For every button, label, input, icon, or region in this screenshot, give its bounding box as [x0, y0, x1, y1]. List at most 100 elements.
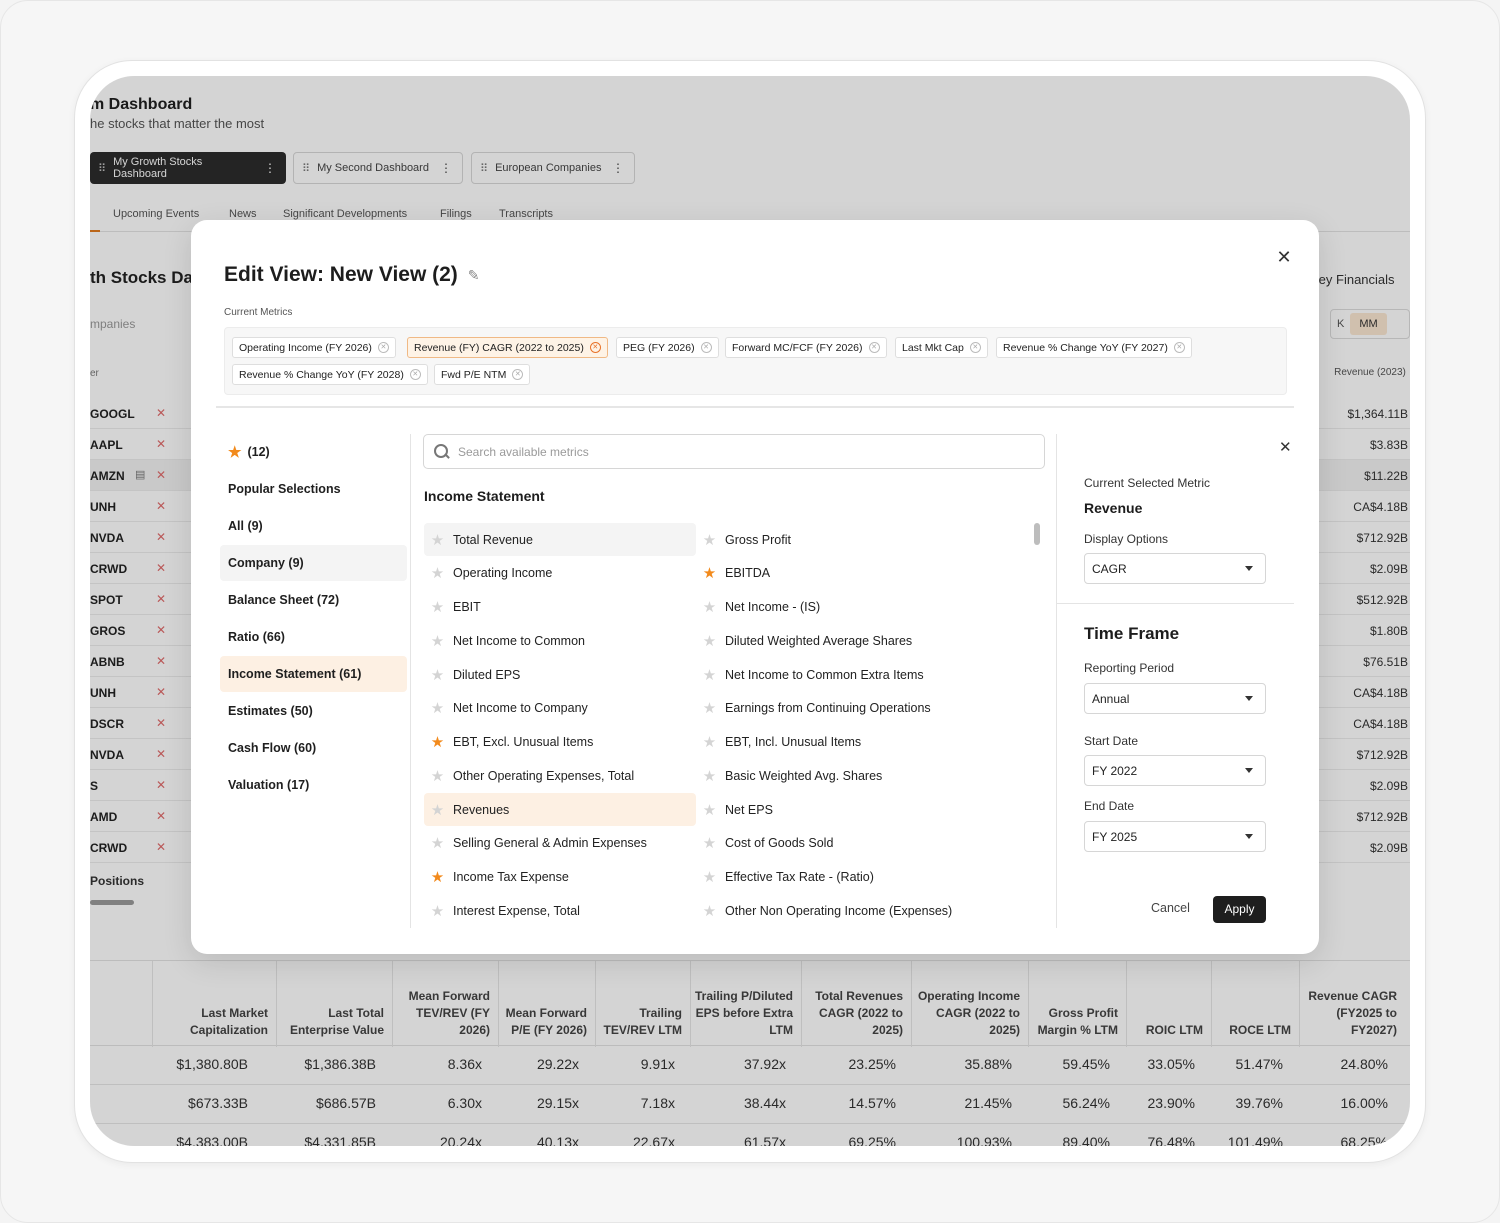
category-all[interactable]: All (9) — [220, 508, 407, 544]
star-icon[interactable]: ★ — [702, 531, 717, 549]
star-icon[interactable]: ★ — [702, 902, 717, 920]
metric-item[interactable]: ★ Diluted EPS — [424, 658, 696, 691]
star-icon[interactable]: ★ — [430, 868, 445, 886]
close-icon[interactable]: ✕ — [1273, 246, 1295, 268]
metric-item[interactable]: ★ EBITDA — [696, 557, 968, 590]
remove-chip-icon[interactable]: ✕ — [1173, 342, 1185, 353]
metric-label: Effective Tax Rate - (Ratio) — [725, 870, 874, 884]
metric-item[interactable]: ★ Revenues — [424, 793, 696, 826]
star-icon[interactable]: ★ — [430, 564, 445, 582]
metric-label: Net Income - (IS) — [725, 600, 821, 614]
metric-item[interactable]: ★ Gross Profit — [696, 523, 968, 556]
start-date-select[interactable]: FY 2022 — [1084, 755, 1266, 786]
star-icon[interactable]: ★ — [430, 666, 445, 684]
metric-item[interactable]: ★ Interest Expense, Total — [424, 894, 696, 927]
metric-item[interactable]: ★ Net EPS — [696, 793, 968, 826]
metric-chip[interactable]: Fwd P/E NTM ✕ — [434, 364, 531, 385]
star-icon[interactable]: ★ — [702, 834, 717, 852]
time-frame-title: Time Frame — [1084, 624, 1180, 643]
metric-item[interactable]: ★ Total Revenue — [424, 523, 696, 556]
cancel-button[interactable]: Cancel — [1151, 901, 1190, 915]
chip-label: Revenue (FY) CAGR (2022 to 2025) — [414, 341, 584, 354]
star-icon[interactable]: ★ — [702, 767, 717, 785]
metric-item[interactable]: ★ EBT, Incl. Unusual Items — [696, 726, 968, 759]
metric-item[interactable]: ★ Net Income to Common Extra Items — [696, 658, 968, 691]
metric-item[interactable]: ★ Basic Weighted Avg. Shares — [696, 759, 968, 792]
reporting-period-select[interactable]: Annual — [1084, 683, 1266, 714]
search-input[interactable] — [458, 444, 1018, 459]
star-icon[interactable]: ★ — [430, 531, 445, 549]
metric-chip[interactable]: Last Mkt Cap ✕ — [895, 337, 988, 358]
metric-chip[interactable]: Revenue % Change YoY (FY 2028) ✕ — [232, 364, 428, 385]
metric-chip[interactable]: PEG (FY 2026) ✕ — [616, 337, 719, 358]
divider — [1056, 434, 1057, 928]
category-valuation[interactable]: Valuation (17) — [220, 767, 407, 803]
metric-label: Other Operating Expenses, Total — [453, 768, 635, 783]
close-panel-icon[interactable]: ✕ — [1279, 438, 1292, 456]
star-icon[interactable]: ★ — [702, 564, 717, 582]
divider — [216, 406, 1294, 408]
select-value: FY 2025 — [1092, 829, 1138, 844]
star-icon[interactable]: ★ — [430, 733, 445, 751]
edit-pencil-icon[interactable]: ✎ — [468, 267, 480, 284]
remove-chip-icon[interactable]: ✕ — [589, 342, 601, 353]
star-icon[interactable]: ★ — [702, 733, 717, 751]
metric-item[interactable]: ★ Earnings from Continuing Operations — [696, 692, 968, 725]
category-favorites[interactable]: ★ (12) — [220, 434, 407, 470]
category-income-statement[interactable]: Income Statement (61) — [220, 656, 407, 692]
star-icon[interactable]: ★ — [702, 868, 717, 886]
category-popular-selections[interactable]: Popular Selections — [220, 471, 407, 507]
star-icon[interactable]: ★ — [702, 598, 717, 616]
star-icon[interactable]: ★ — [702, 666, 717, 684]
star-icon[interactable]: ★ — [430, 902, 445, 920]
star-icon[interactable]: ★ — [702, 632, 717, 650]
metric-chip[interactable]: Revenue % Change YoY (FY 2027) ✕ — [996, 337, 1192, 358]
metric-chip[interactable]: Operating Income (FY 2026) ✕ — [232, 337, 396, 358]
metric-item[interactable]: ★ Income Tax Expense — [424, 861, 696, 894]
star-icon[interactable]: ★ — [702, 801, 717, 819]
end-date-select[interactable]: FY 2025 — [1084, 821, 1266, 852]
remove-chip-icon[interactable]: ✕ — [512, 369, 524, 380]
remove-chip-icon[interactable]: ✕ — [377, 342, 389, 353]
metric-item[interactable]: ★ Operating Income — [424, 557, 696, 590]
metric-item[interactable]: ★ Cost of Goods Sold — [696, 827, 968, 860]
star-icon[interactable]: ★ — [430, 632, 445, 650]
star-icon[interactable]: ★ — [430, 699, 445, 717]
star-icon[interactable]: ★ — [430, 598, 445, 616]
category-ratio[interactable]: Ratio (66) — [220, 619, 407, 655]
vertical-scrollbar[interactable] — [1034, 523, 1040, 545]
chip-label: Fwd P/E NTM — [441, 368, 507, 381]
category-label: Company (9) — [228, 556, 304, 570]
apply-button[interactable]: Apply — [1213, 896, 1266, 923]
category-cash-flow[interactable]: Cash Flow (60) — [220, 730, 407, 766]
metric-item[interactable]: ★ Effective Tax Rate - (Ratio) — [696, 861, 968, 894]
remove-chip-icon[interactable]: ✕ — [969, 342, 981, 353]
category-estimates[interactable]: Estimates (50) — [220, 693, 407, 729]
metric-label: Earnings from Continuing Operations — [725, 701, 931, 716]
category-balance-sheet[interactable]: Balance Sheet (72) — [220, 582, 407, 618]
metric-chip[interactable]: Forward MC/FCF (FY 2026) ✕ — [725, 337, 887, 358]
metric-item[interactable]: ★ EBIT — [424, 591, 696, 624]
metric-item[interactable]: ★ Net Income to Company — [424, 692, 696, 725]
metric-chip-selected[interactable]: Revenue (FY) CAGR (2022 to 2025) ✕ — [407, 337, 608, 358]
metric-item[interactable]: ★ Diluted Weighted Average Shares — [696, 624, 968, 657]
star-icon[interactable]: ★ — [702, 699, 717, 717]
metric-search[interactable] — [423, 434, 1045, 469]
metric-item[interactable]: ★ Other Non Operating Income (Expenses) — [696, 894, 968, 927]
remove-chip-icon[interactable]: ✕ — [868, 342, 880, 353]
metric-item[interactable]: ★ Selling General & Admin Expenses — [424, 827, 696, 860]
metric-item[interactable]: ★ Net Income - (IS) — [696, 591, 968, 624]
star-icon: ★ — [228, 444, 242, 461]
remove-chip-icon[interactable]: ✕ — [700, 342, 712, 353]
category-company[interactable]: Company (9) — [220, 545, 407, 581]
star-icon[interactable]: ★ — [430, 801, 445, 819]
metric-item[interactable]: ★ Other Operating Expenses, Total — [424, 759, 696, 792]
remove-chip-icon[interactable]: ✕ — [409, 369, 421, 380]
metric-item[interactable]: ★ Net Income to Common — [424, 624, 696, 657]
metric-label: Operating Income — [453, 566, 553, 581]
star-icon[interactable]: ★ — [430, 834, 445, 852]
display-options-select[interactable]: CAGR — [1084, 553, 1266, 584]
star-icon[interactable]: ★ — [430, 767, 445, 785]
category-label: (12) — [247, 445, 270, 459]
metric-item[interactable]: ★ EBT, Excl. Unusual Items — [424, 726, 696, 759]
